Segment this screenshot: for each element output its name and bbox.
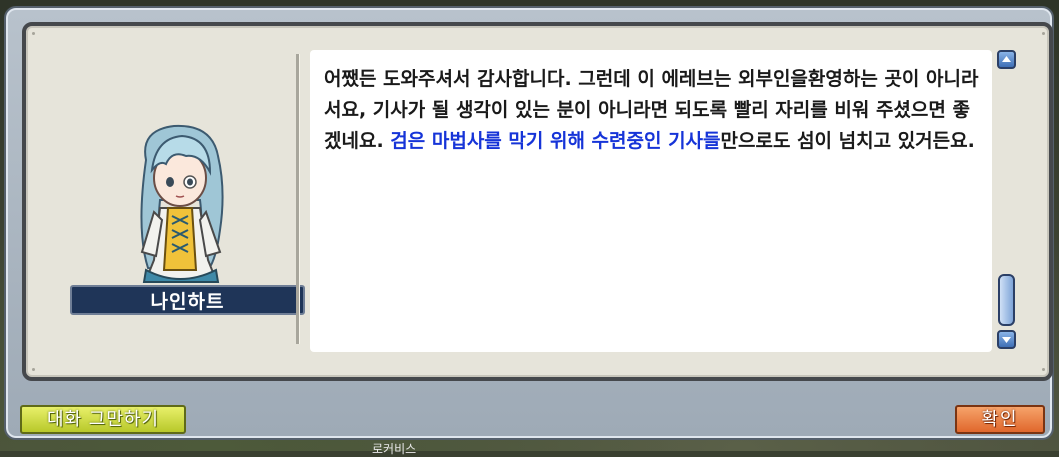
panel-stud — [1042, 32, 1045, 35]
panel-stud — [32, 368, 35, 371]
npc-dialog-window: 나인하트 어쨌든 도와주셔서 감사합니다. 그런데 이 에레브는 외부인을환영하… — [4, 6, 1054, 440]
panel-divider — [296, 54, 300, 344]
npc-portrait — [140, 124, 224, 283]
end-chat-button[interactable]: 대화 그만하기 — [20, 405, 186, 434]
dialog-panel: 나인하트 어쨌든 도와주셔서 감사합니다. 그런데 이 에레브는 외부인을환영하… — [22, 22, 1053, 381]
dialog-text-box: 어쨌든 도와주셔서 감사합니다. 그런데 이 에레브는 외부인을환영하는 곳이 … — [310, 50, 992, 352]
background-map-label: 로커비스 — [372, 442, 417, 456]
npc-portrait-area: 나인하트 — [48, 66, 305, 366]
panel-stud — [1042, 368, 1045, 371]
scroll-thumb[interactable] — [998, 274, 1015, 326]
dialog-text: 어쨌든 도와주셔서 감사합니다. 그런데 이 에레브는 외부인을환영하는 곳이 … — [324, 64, 984, 157]
arrow-down-icon — [1002, 337, 1011, 343]
dialog-text-highlight: 검은 마법사를 막기 위해 수련중인 기사들 — [390, 130, 721, 152]
dialog-scrollbar[interactable] — [995, 50, 1019, 352]
scroll-up-button[interactable] — [997, 50, 1016, 69]
confirm-button[interactable]: 확인 — [955, 405, 1045, 434]
dialog-text-plain-end: 만으로도 섬이 넘치고 있거든요. — [720, 130, 975, 152]
npc-name-plate: 나인하트 — [70, 285, 305, 315]
panel-stud — [32, 32, 35, 35]
scroll-down-button[interactable] — [997, 330, 1016, 349]
arrow-up-icon — [1002, 56, 1011, 62]
